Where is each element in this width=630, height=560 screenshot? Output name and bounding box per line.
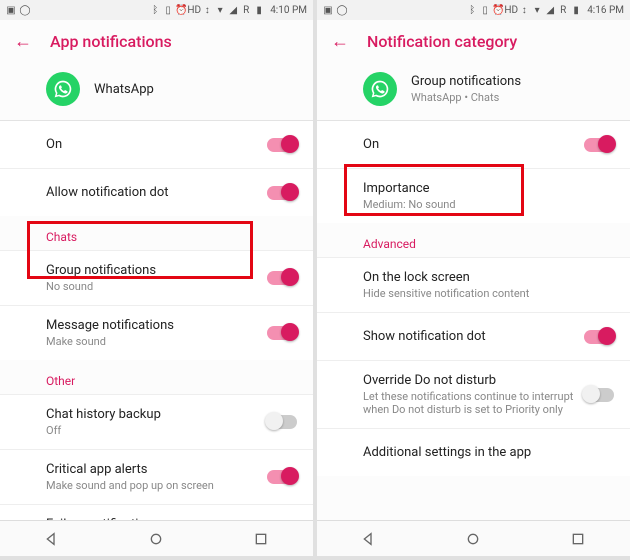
nav-home-icon[interactable] xyxy=(148,531,164,547)
message-notifications-toggle[interactable] xyxy=(267,326,297,340)
battery-icon: ▮ xyxy=(571,5,581,15)
importance-label: Importance xyxy=(363,181,604,196)
r-icon: R xyxy=(558,5,568,15)
critical-app-alerts-toggle[interactable] xyxy=(267,470,297,484)
category-name-label: Group notifications xyxy=(411,74,521,89)
chat-history-backup-label: Chat history backup xyxy=(46,407,257,422)
alarm-icon: ⏰ xyxy=(176,5,186,15)
chat-history-backup-row[interactable]: Chat history backup Off xyxy=(0,394,313,449)
critical-app-alerts-row[interactable]: Critical app alerts Make sound and pop u… xyxy=(0,449,313,504)
lock-screen-sub: Hide sensitive notification content xyxy=(363,287,604,300)
app-row: Group notifications WhatsApp • Chats xyxy=(317,62,630,120)
override-dnd-toggle[interactable] xyxy=(584,388,614,402)
bluetooth-icon: ᛒ xyxy=(467,5,477,15)
nav-back-icon[interactable] xyxy=(361,531,377,547)
override-dnd-row[interactable]: Override Do not disturb Let these notifi… xyxy=(317,360,630,428)
allow-dot-label: Allow notification dot xyxy=(46,185,257,200)
alarm-icon: ⏰ xyxy=(493,5,503,15)
group-notifications-sub: No sound xyxy=(46,280,257,293)
clock-text: 4:10 PM xyxy=(270,5,307,16)
lock-screen-row[interactable]: On the lock screen Hide sensitive notifi… xyxy=(317,257,630,312)
bluetooth-icon: ᛒ xyxy=(150,5,160,15)
status-bar: ▣ ◯ ᛒ ▯ ⏰ HD ↕ ▾ ◢ R ▮ 4:10 PM xyxy=(0,0,313,20)
additional-settings-row[interactable]: Additional settings in the app xyxy=(317,428,630,476)
wifi-icon: ▾ xyxy=(215,5,225,15)
watch-icon: ◯ xyxy=(337,5,347,15)
whatsapp-icon xyxy=(363,72,397,106)
lock-screen-label: On the lock screen xyxy=(363,270,604,285)
nav-bar xyxy=(317,520,630,556)
watch-icon: ◯ xyxy=(20,5,30,15)
show-dot-label: Show notification dot xyxy=(363,329,574,344)
message-notifications-sub: Make sound xyxy=(46,335,257,348)
show-dot-row[interactable]: Show notification dot xyxy=(317,312,630,360)
phone-left: ▣ ◯ ᛒ ▯ ⏰ HD ↕ ▾ ◢ R ▮ 4:10 PM ← App not… xyxy=(0,0,313,556)
override-dnd-label: Override Do not disturb xyxy=(363,373,574,388)
section-advanced: Advanced xyxy=(317,223,630,257)
back-arrow-icon[interactable]: ← xyxy=(331,31,349,52)
hd-icon: HD xyxy=(189,5,199,15)
failure-notifications-row[interactable]: Failure notifications Make sound xyxy=(0,504,313,520)
show-dot-toggle[interactable] xyxy=(584,330,614,344)
message-notifications-label: Message notifications xyxy=(46,318,257,333)
app-row: WhatsApp xyxy=(0,62,313,120)
phone-right: ▣ ◯ ᛒ ▯ ⏰ HD ↕ ▾ ◢ R ▮ 4:16 PM ← Notific… xyxy=(317,0,630,556)
section-other: Other xyxy=(0,360,313,394)
header: ← Notification category xyxy=(317,20,630,62)
on-toggle-row[interactable]: On xyxy=(0,120,313,168)
page-title: App notifications xyxy=(50,32,172,51)
signal-icon: ◢ xyxy=(228,5,238,15)
back-arrow-icon[interactable]: ← xyxy=(14,31,32,52)
nav-recents-icon[interactable] xyxy=(253,531,269,547)
nav-back-icon[interactable] xyxy=(44,531,60,547)
importance-sub: Medium: No sound xyxy=(363,198,604,211)
critical-app-alerts-label: Critical app alerts xyxy=(46,462,257,477)
wifi-icon: ▾ xyxy=(532,5,542,15)
nav-home-icon[interactable] xyxy=(465,531,481,547)
header: ← App notifications xyxy=(0,20,313,62)
on-toggle-row[interactable]: On xyxy=(317,120,630,168)
section-chats: Chats xyxy=(0,216,313,250)
whatsapp-icon xyxy=(46,72,80,106)
on-toggle[interactable] xyxy=(267,138,297,152)
data-icon: ↕ xyxy=(519,5,529,15)
status-bar: ▣ ◯ ᛒ ▯ ⏰ HD ↕ ▾ ◢ R ▮ 4:16 PM xyxy=(317,0,630,20)
image-icon: ▣ xyxy=(6,5,16,15)
on-label: On xyxy=(363,137,574,152)
chat-history-backup-sub: Off xyxy=(46,424,257,437)
additional-settings-label: Additional settings in the app xyxy=(363,445,604,460)
vibrate-icon: ▯ xyxy=(163,5,173,15)
battery-icon: ▮ xyxy=(254,5,264,15)
nav-recents-icon[interactable] xyxy=(570,531,586,547)
importance-row[interactable]: Importance Medium: No sound xyxy=(317,168,630,223)
chat-history-backup-toggle[interactable] xyxy=(267,415,297,429)
critical-app-alerts-sub: Make sound and pop up on screen xyxy=(46,479,257,492)
app-name-label: WhatsApp xyxy=(94,82,154,97)
group-notifications-row[interactable]: Group notifications No sound xyxy=(0,250,313,305)
vibrate-icon: ▯ xyxy=(480,5,490,15)
category-sub-label: WhatsApp • Chats xyxy=(411,91,521,104)
signal-icon: ◢ xyxy=(545,5,555,15)
data-icon: ↕ xyxy=(202,5,212,15)
message-notifications-row[interactable]: Message notifications Make sound xyxy=(0,305,313,360)
on-label: On xyxy=(46,137,257,152)
r-icon: R xyxy=(241,5,251,15)
on-toggle[interactable] xyxy=(584,138,614,152)
clock-text: 4:16 PM xyxy=(587,5,624,16)
allow-dot-toggle[interactable] xyxy=(267,186,297,200)
allow-dot-row[interactable]: Allow notification dot xyxy=(0,168,313,216)
hd-icon: HD xyxy=(506,5,516,15)
failure-notifications-label: Failure notifications xyxy=(46,517,257,520)
page-title: Notification category xyxy=(367,32,517,51)
group-notifications-label: Group notifications xyxy=(46,263,257,278)
group-notifications-toggle[interactable] xyxy=(267,271,297,285)
override-dnd-sub: Let these notifications continue to inte… xyxy=(363,390,574,416)
nav-bar xyxy=(0,520,313,556)
image-icon: ▣ xyxy=(323,5,333,15)
